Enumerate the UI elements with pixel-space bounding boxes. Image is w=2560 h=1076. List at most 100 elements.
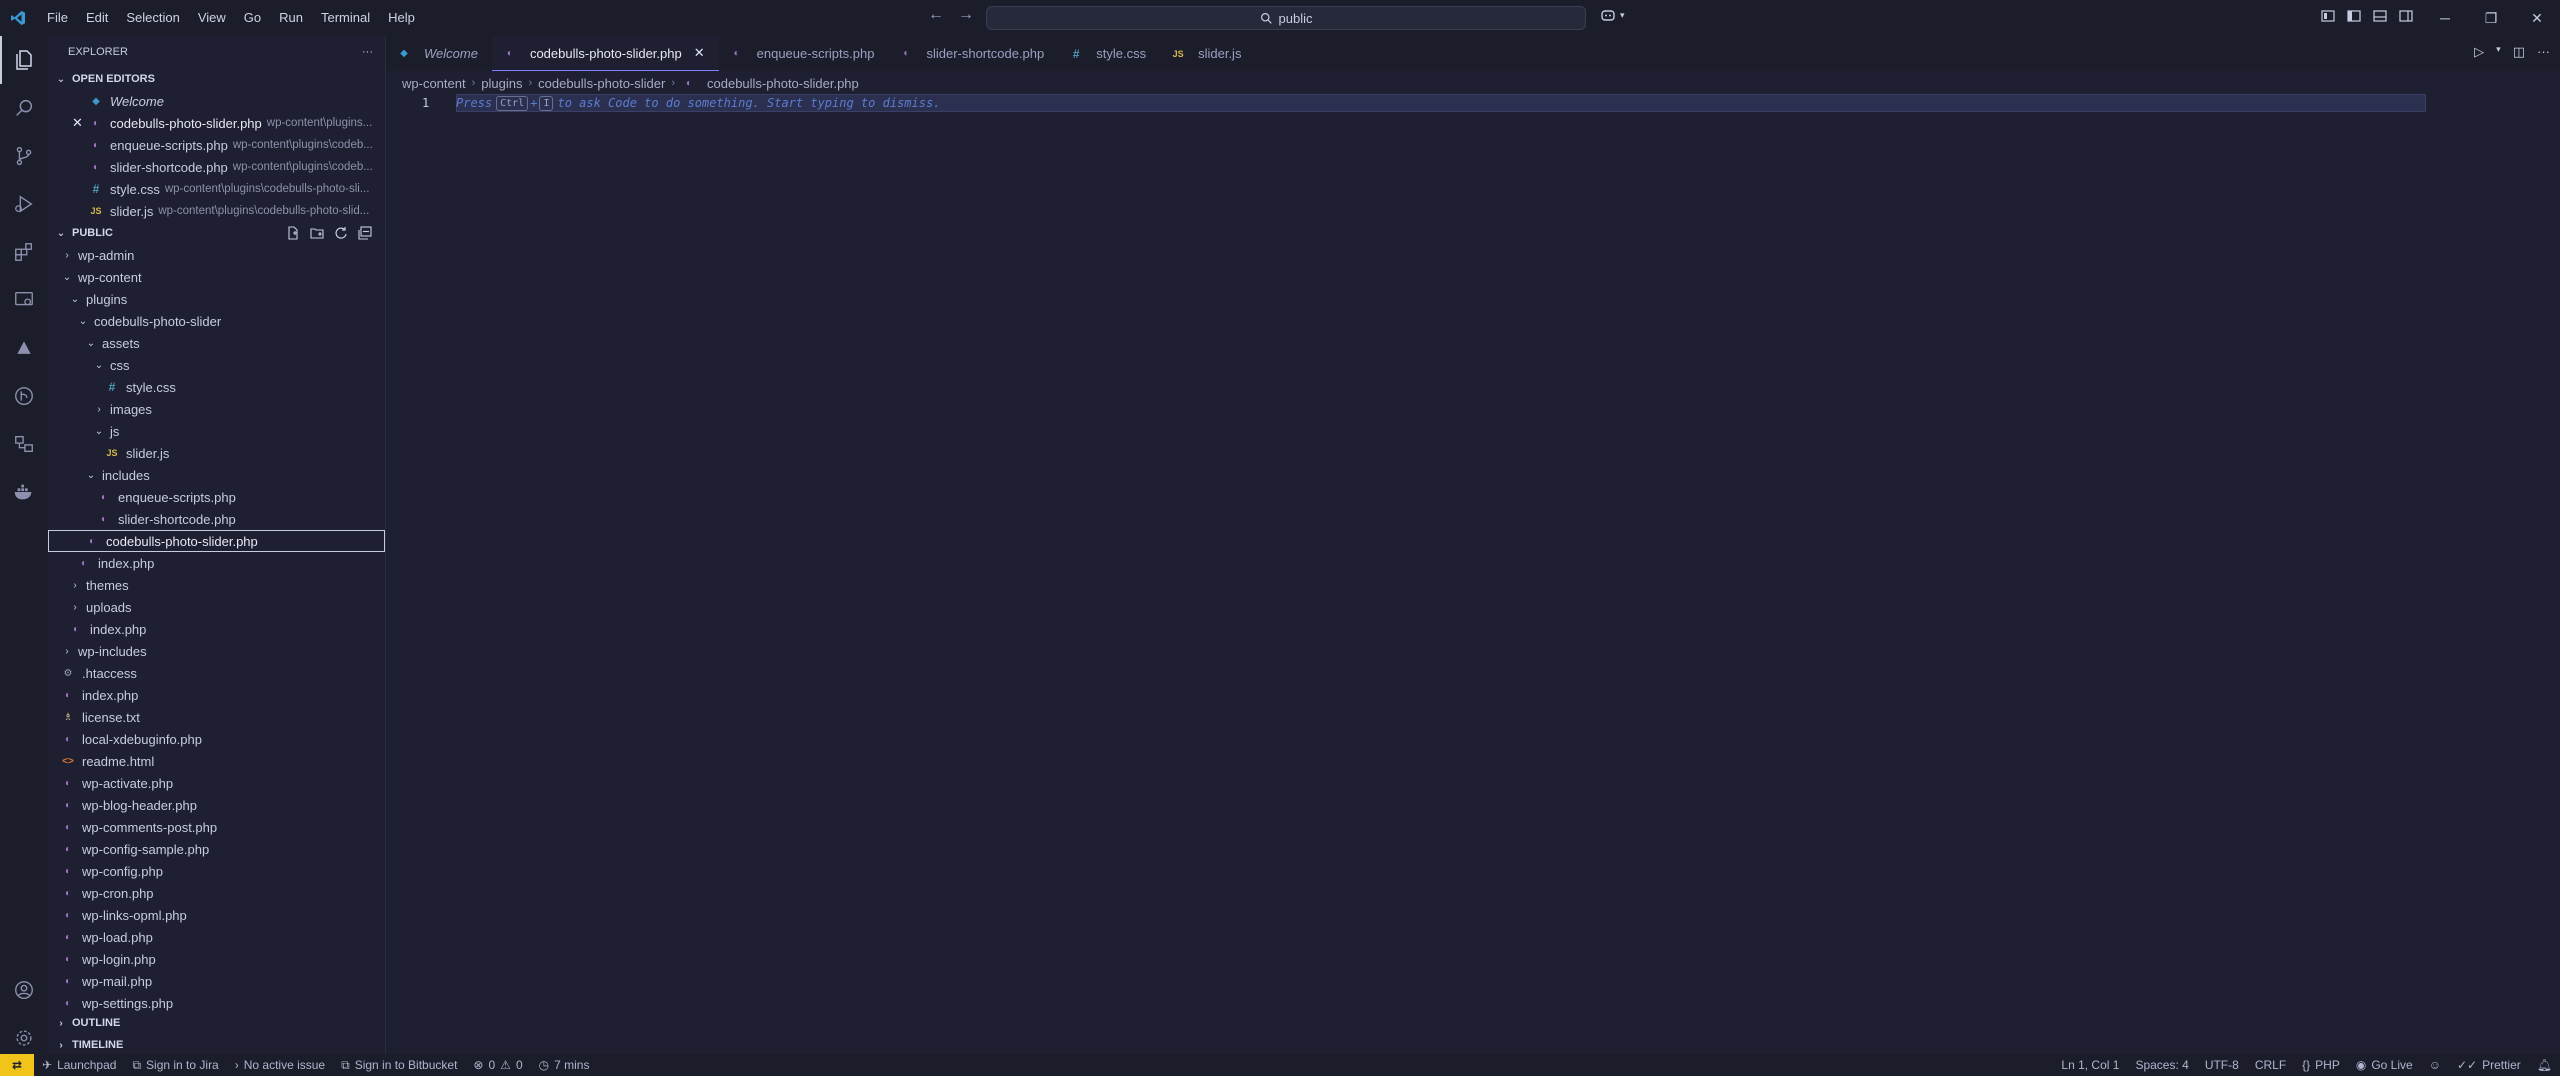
customize-layout-icon[interactable] bbox=[2320, 8, 2336, 24]
outline-header[interactable]: › OUTLINE bbox=[48, 1012, 120, 1034]
docker-icon[interactable] bbox=[0, 468, 48, 516]
tab-style-css[interactable]: # style.css bbox=[1058, 36, 1160, 71]
accounts-icon[interactable] bbox=[0, 966, 48, 1014]
more-actions-icon[interactable]: ··· bbox=[362, 46, 373, 58]
breadcrumb-item[interactable]: codebulls-photo-slider bbox=[538, 76, 665, 91]
search-activity-icon[interactable] bbox=[0, 84, 48, 132]
language-mode[interactable]: {} PHP bbox=[2294, 1058, 2348, 1072]
open-editor-item-active[interactable]: ✕ ◐ codebulls-photo-slider.php wp-conten… bbox=[48, 112, 385, 134]
tree-file[interactable]: ◐ wp-settings.php bbox=[48, 992, 385, 1014]
toggle-panel-icon[interactable] bbox=[2372, 8, 2388, 24]
open-editor-item[interactable]: ◆ Welcome bbox=[48, 90, 385, 112]
menu-selection[interactable]: Selection bbox=[117, 6, 188, 30]
collapse-all-icon[interactable] bbox=[357, 225, 373, 241]
back-arrow-icon[interactable]: ← bbox=[928, 6, 944, 24]
refresh-icon[interactable] bbox=[333, 225, 349, 241]
gitlens-icon[interactable] bbox=[0, 372, 48, 420]
menu-file[interactable]: File bbox=[38, 6, 77, 30]
tree-folder[interactable]: ⌄ includes bbox=[48, 464, 385, 486]
tree-folder[interactable]: › wp-admin bbox=[48, 244, 385, 266]
tree-file[interactable]: ◐ wp-config.php bbox=[48, 860, 385, 882]
tree-file[interactable]: ◐ wp-cron.php bbox=[48, 882, 385, 904]
more-actions-icon[interactable]: ··· bbox=[2537, 44, 2550, 60]
close-icon[interactable]: ✕ bbox=[694, 45, 705, 61]
timeline-header[interactable]: › TIMELINE bbox=[48, 1034, 123, 1056]
open-editors-header[interactable]: ⌄ OPEN EDITORS bbox=[48, 68, 385, 90]
open-editor-item[interactable]: # style.css wp-content\plugins\codebulls… bbox=[48, 178, 385, 200]
tree-file[interactable]: ◐ slider-shortcode.php bbox=[48, 508, 385, 530]
menu-go[interactable]: Go bbox=[235, 6, 270, 30]
remote-explorer-icon[interactable] bbox=[0, 276, 48, 324]
issue-status[interactable]: › No active issue bbox=[227, 1058, 333, 1072]
tree-file[interactable]: <> readme.html bbox=[48, 750, 385, 772]
forward-arrow-icon[interactable]: → bbox=[958, 6, 974, 24]
breadcrumb-item[interactable]: plugins bbox=[481, 76, 522, 91]
tree-file[interactable]: ◐ wp-activate.php bbox=[48, 772, 385, 794]
open-editor-item[interactable]: ◐ enqueue-scripts.php wp-content\plugins… bbox=[48, 134, 385, 156]
split-editor-icon[interactable]: ◫ bbox=[2513, 44, 2525, 60]
go-live-button[interactable]: ◉ Go Live bbox=[2348, 1058, 2421, 1072]
breadcrumb-item[interactable]: wp-content bbox=[402, 76, 466, 91]
tree-file[interactable]: ◐ index.php bbox=[48, 618, 385, 640]
remote-indicator-icon[interactable]: ⇄ bbox=[0, 1054, 34, 1076]
tree-file[interactable]: ◐ wp-comments-post.php bbox=[48, 816, 385, 838]
close-icon[interactable]: ✕ bbox=[72, 115, 83, 131]
new-folder-icon[interactable] bbox=[309, 225, 325, 241]
tree-file[interactable]: ◐ wp-links-opml.php bbox=[48, 904, 385, 926]
run-file-icon[interactable]: ▷ bbox=[2474, 44, 2484, 60]
code-editor[interactable]: 1 Press Ctrl + I to ask Code to do somet… bbox=[386, 94, 2560, 1062]
tree-folder[interactable]: › uploads bbox=[48, 596, 385, 618]
restore-icon[interactable]: ❐ bbox=[2468, 0, 2514, 36]
tree-file[interactable]: ♗ license.txt bbox=[48, 706, 385, 728]
tree-folder[interactable]: ⌄ codebulls-photo-slider bbox=[48, 310, 385, 332]
encoding[interactable]: UTF-8 bbox=[2197, 1058, 2247, 1072]
tree-file[interactable]: ◐ enqueue-scripts.php bbox=[48, 486, 385, 508]
tree-folder[interactable]: › wp-includes bbox=[48, 640, 385, 662]
extensions-icon[interactable] bbox=[0, 228, 48, 276]
tree-folder[interactable]: ⌄ assets bbox=[48, 332, 385, 354]
problems-status[interactable]: ⊗ 0 ⚠ 0 bbox=[465, 1058, 530, 1072]
cursor-position[interactable]: Ln 1, Col 1 bbox=[2053, 1058, 2127, 1072]
containers-icon[interactable] bbox=[0, 420, 48, 468]
copilot-status-icon[interactable]: ☺ bbox=[2421, 1058, 2449, 1072]
tree-file[interactable]: ◐ index.php bbox=[48, 552, 385, 574]
tab-slider-shortcode[interactable]: ◐ slider-shortcode.php bbox=[888, 36, 1058, 71]
explorer-activity-icon[interactable] bbox=[0, 36, 48, 84]
time-status[interactable]: ◷ 7 mins bbox=[531, 1058, 598, 1072]
minimize-icon[interactable]: ─ bbox=[2422, 0, 2468, 36]
tree-folder[interactable]: ⌄ css bbox=[48, 354, 385, 376]
menu-edit[interactable]: Edit bbox=[77, 6, 117, 30]
open-editor-item[interactable]: ◐ slider-shortcode.php wp-content\plugin… bbox=[48, 156, 385, 178]
run-debug-icon[interactable] bbox=[0, 180, 48, 228]
tree-file[interactable]: ⚙ .htaccess bbox=[48, 662, 385, 684]
copilot-button[interactable]: ▾ bbox=[1600, 8, 1625, 22]
open-editor-item[interactable]: JS slider.js wp-content\plugins\codebull… bbox=[48, 200, 385, 222]
chevron-down-icon[interactable]: ▾ bbox=[2496, 44, 2501, 60]
notifications-icon[interactable]: 🔔︎ bbox=[2529, 1058, 2560, 1072]
prettier-status[interactable]: ✓✓ Prettier bbox=[2449, 1058, 2529, 1072]
jira-status[interactable]: ⧉ Sign in to Jira bbox=[124, 1058, 226, 1073]
end-of-line[interactable]: CRLF bbox=[2247, 1058, 2294, 1072]
tree-file[interactable]: # style.css bbox=[48, 376, 385, 398]
launchpad-status[interactable]: ✈ Launchpad bbox=[34, 1058, 124, 1072]
tree-folder[interactable]: › images bbox=[48, 398, 385, 420]
source-control-icon[interactable] bbox=[0, 132, 48, 180]
tree-folder[interactable]: ⌄ js bbox=[48, 420, 385, 442]
tree-file[interactable]: ◐ index.php bbox=[48, 684, 385, 706]
public-folder-header[interactable]: ⌄ PUBLIC bbox=[48, 222, 385, 244]
bitbucket-status[interactable]: ⧉ Sign in to Bitbucket bbox=[333, 1058, 465, 1073]
tab-enqueue-scripts[interactable]: ◐ enqueue-scripts.php bbox=[719, 36, 889, 71]
triangle-extension-icon[interactable] bbox=[0, 324, 48, 372]
menu-run[interactable]: Run bbox=[270, 6, 312, 30]
tree-folder[interactable]: ⌄ plugins bbox=[48, 288, 385, 310]
tree-file[interactable]: ◐ wp-config-sample.php bbox=[48, 838, 385, 860]
close-window-icon[interactable]: ✕ bbox=[2514, 0, 2560, 36]
menu-help[interactable]: Help bbox=[379, 6, 424, 30]
toggle-primary-sidebar-icon[interactable] bbox=[2346, 8, 2362, 24]
breadcrumb-item[interactable]: codebulls-photo-slider.php bbox=[707, 76, 859, 91]
menu-terminal[interactable]: Terminal bbox=[312, 6, 379, 30]
tab-codebulls-photo-slider[interactable]: ◐ codebulls-photo-slider.php ✕ bbox=[491, 36, 719, 71]
menu-view[interactable]: View bbox=[189, 6, 235, 30]
tab-slider-js[interactable]: JS slider.js bbox=[1160, 36, 1255, 71]
tree-file[interactable]: ◐ local-xdebuginfo.php bbox=[48, 728, 385, 750]
